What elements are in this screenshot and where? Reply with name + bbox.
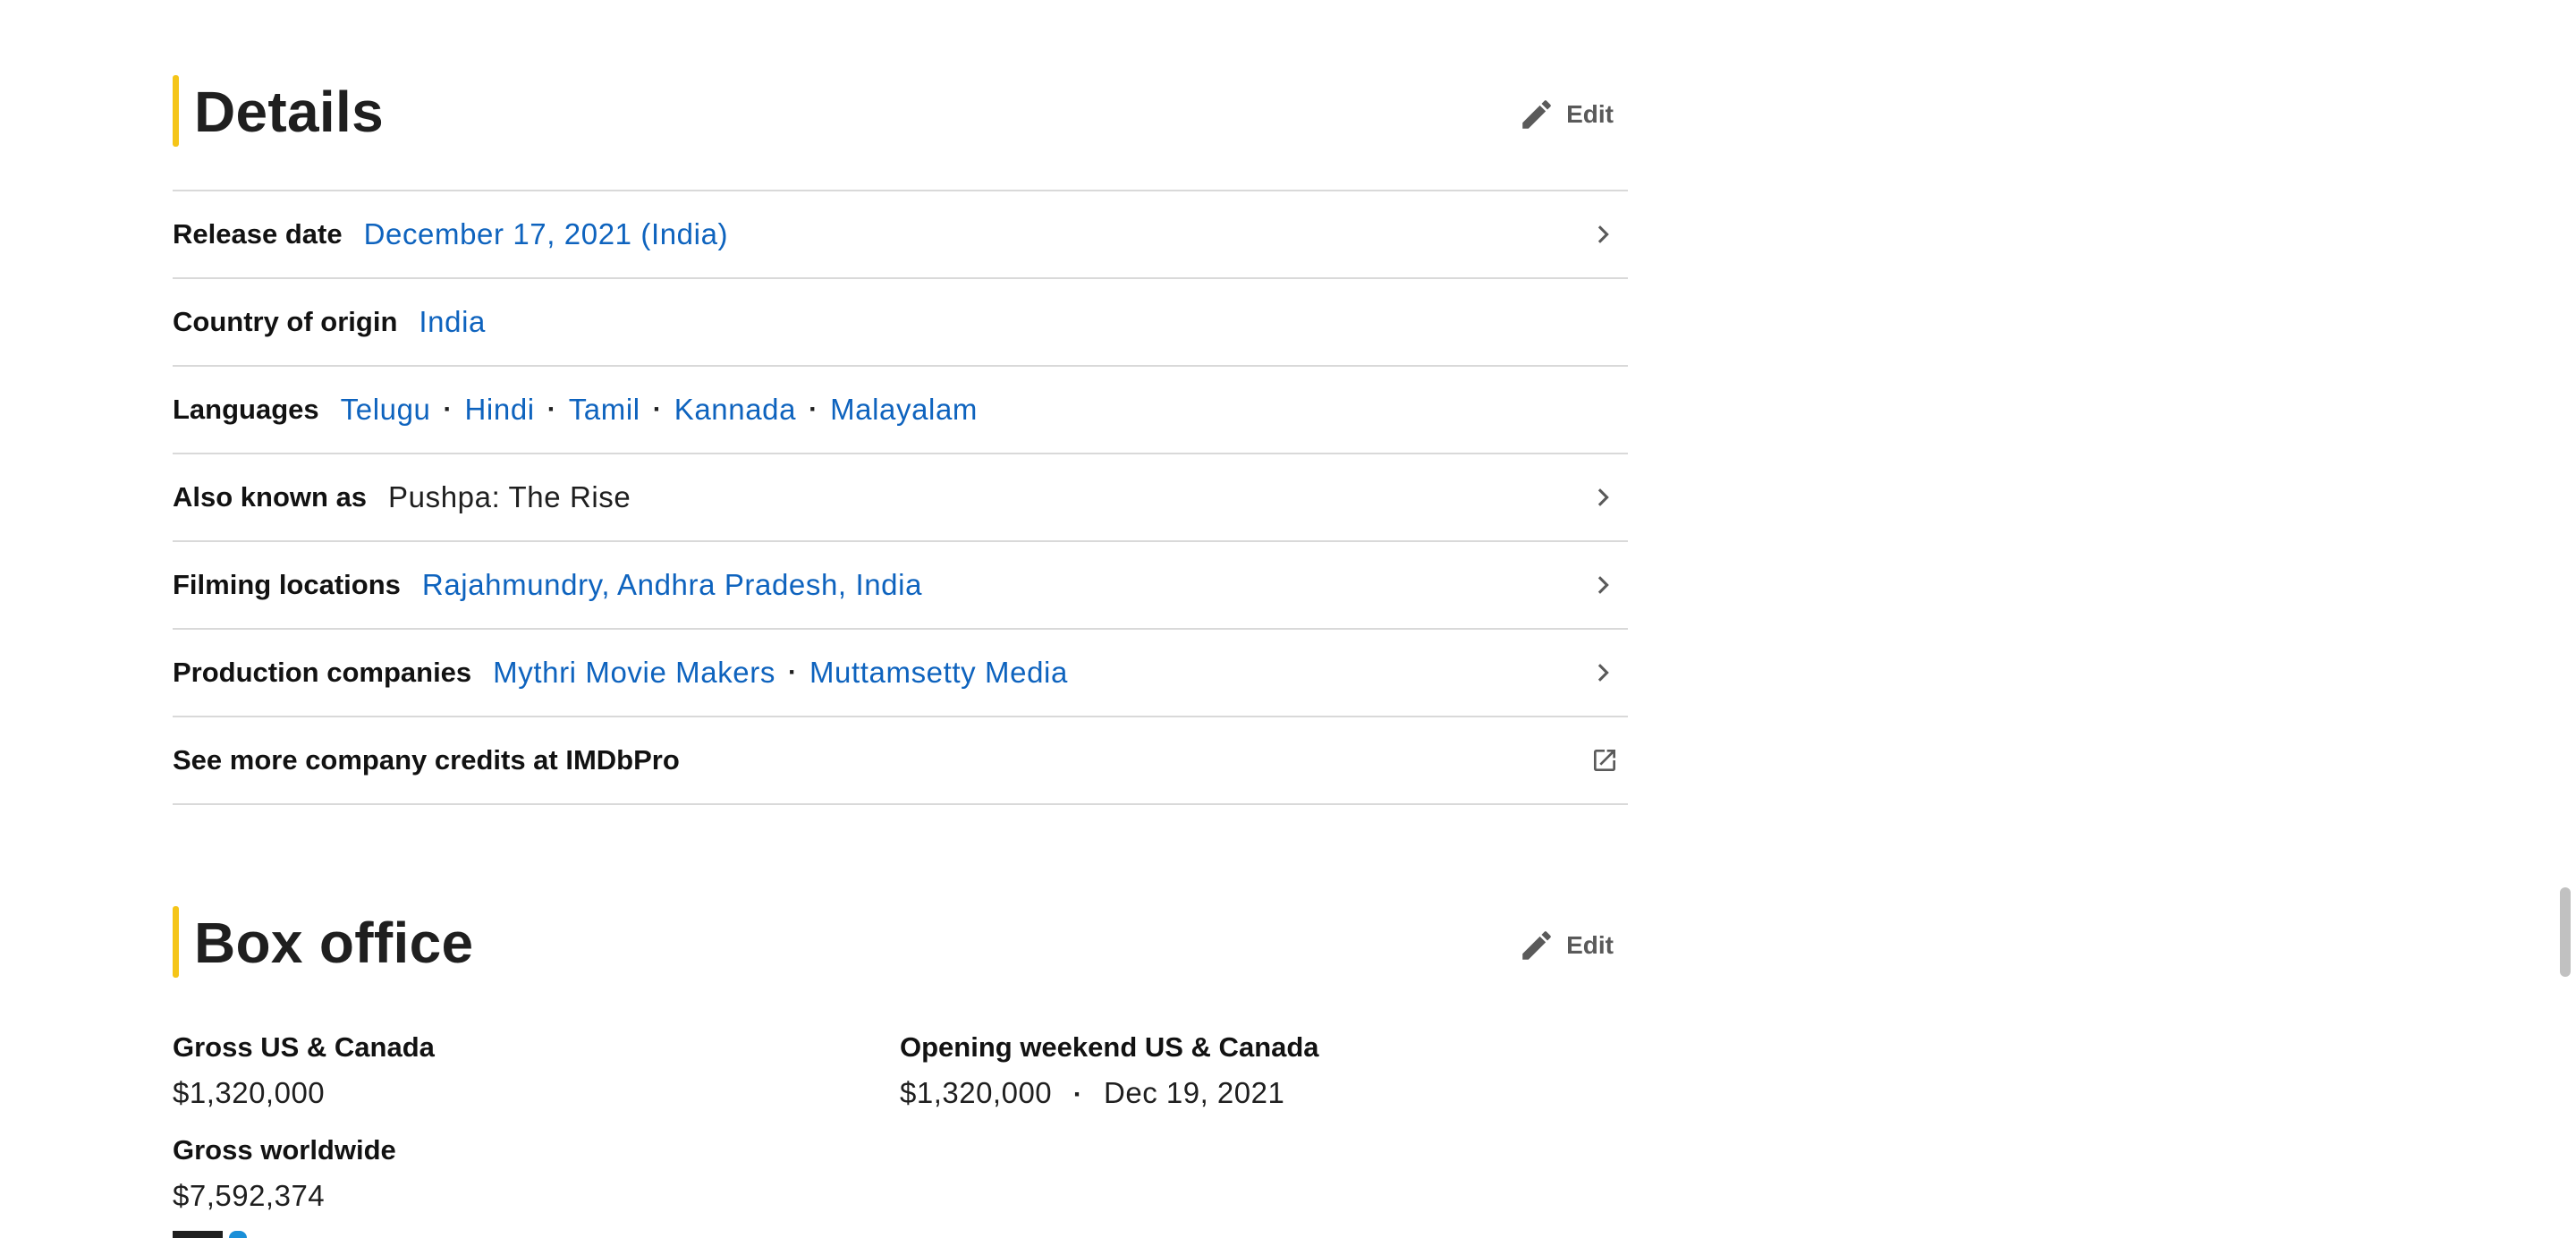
details-header: Details Edit bbox=[173, 75, 1628, 161]
gross-us-label: Gross US & Canada bbox=[173, 1031, 435, 1063]
aka-label: Also known as bbox=[173, 481, 368, 513]
separator-dot: · bbox=[443, 394, 453, 424]
separator-dot: · bbox=[809, 394, 818, 424]
details-title: Details bbox=[194, 80, 384, 144]
opening-weekend-date: Dec 19, 2021 bbox=[1104, 1076, 1285, 1109]
aka-values: Pushpa: The Rise bbox=[388, 480, 631, 514]
gross-us-canada: Gross US & Canada $1,320,000 bbox=[173, 1031, 435, 1110]
production-label: Production companies bbox=[173, 657, 472, 688]
chevron-right-icon[interactable] bbox=[1590, 485, 1615, 510]
chevron-right-icon[interactable] bbox=[1590, 572, 1615, 598]
edit-label: Edit bbox=[1566, 931, 1614, 959]
separator-dot: · bbox=[1072, 1080, 1083, 1109]
filming-values: Rajahmundry, Andhra Pradesh, India bbox=[422, 568, 922, 602]
imdbpro-logo-partial bbox=[173, 1231, 223, 1238]
languages-values: Telugu · Hindi · Tamil · Kannada · Malay… bbox=[341, 393, 978, 427]
opening-weekend-amount: $1,320,000 bbox=[900, 1076, 1053, 1109]
details-list: Release date December 17, 2021 (India) C… bbox=[173, 190, 1628, 805]
detail-row-country: Country of origin India bbox=[173, 279, 1628, 367]
gross-worldwide: Gross worldwide $7,592,374 bbox=[173, 1134, 396, 1213]
country-values: India bbox=[419, 305, 486, 339]
box-office-section: Box office Edit Gross US & Canada $1,320… bbox=[173, 906, 1628, 1212]
filming-label: Filming locations bbox=[173, 569, 401, 600]
language-link[interactable]: Tamil bbox=[569, 393, 640, 427]
gross-worldwide-value: $7,592,374 bbox=[173, 1179, 326, 1212]
pencil-icon bbox=[1518, 927, 1555, 964]
country-link[interactable]: India bbox=[419, 305, 486, 339]
production-company-link[interactable]: Muttamsetty Media bbox=[809, 656, 1068, 690]
opening-weekend-label: Opening weekend US & Canada bbox=[900, 1031, 1319, 1063]
details-section: Details Edit Release date December 17, 2… bbox=[173, 75, 1628, 805]
language-link[interactable]: Hindi bbox=[465, 393, 535, 427]
imdbpro-credits-link[interactable]: See more company credits at IMDbPro bbox=[173, 717, 1628, 805]
country-label: Country of origin bbox=[173, 306, 398, 337]
release-date-values: December 17, 2021 (India) bbox=[364, 217, 729, 251]
detail-row-aka[interactable]: Also known as Pushpa: The Rise bbox=[173, 454, 1628, 542]
separator-dot: · bbox=[547, 394, 556, 424]
production-values: Mythri Movie Makers · Muttamsetty Media bbox=[493, 656, 1068, 690]
box-office-edit-button[interactable]: Edit bbox=[1504, 924, 1628, 967]
pencil-icon bbox=[1518, 96, 1555, 133]
scrollbar-thumb[interactable] bbox=[2560, 887, 2571, 977]
filming-location-link[interactable]: Rajahmundry, Andhra Pradesh, India bbox=[422, 568, 922, 602]
release-date-label: Release date bbox=[173, 218, 343, 250]
section-accent-bar bbox=[173, 75, 179, 147]
page: Details Edit Release date December 17, 2… bbox=[0, 0, 2576, 1238]
external-link-icon[interactable] bbox=[1590, 746, 1619, 775]
box-office-title: Box office bbox=[194, 911, 474, 975]
aka-value: Pushpa: The Rise bbox=[388, 480, 631, 513]
imdbpro-logo-partial-dot bbox=[229, 1231, 247, 1238]
chevron-right-icon[interactable] bbox=[1590, 222, 1615, 247]
language-link[interactable]: Telugu bbox=[341, 393, 431, 427]
production-company-link[interactable]: Mythri Movie Makers bbox=[493, 656, 775, 690]
scrollbar[interactable] bbox=[2555, 0, 2576, 1238]
release-date-link[interactable]: December 17, 2021 (India) bbox=[364, 217, 729, 251]
opening-weekend: Opening weekend US & Canada $1,320,000 ·… bbox=[900, 1031, 1319, 1110]
language-link[interactable]: Kannada bbox=[674, 393, 796, 427]
section-accent-bar bbox=[173, 906, 179, 978]
separator-dot: · bbox=[652, 394, 662, 424]
gross-us-value: $1,320,000 bbox=[173, 1076, 326, 1109]
language-link[interactable]: Malayalam bbox=[830, 393, 978, 427]
detail-row-production-companies[interactable]: Production companies Mythri Movie Makers… bbox=[173, 630, 1628, 717]
detail-row-filming-locations[interactable]: Filming locations Rajahmundry, Andhra Pr… bbox=[173, 542, 1628, 630]
imdbpro-link-label: See more company credits at IMDbPro bbox=[173, 744, 680, 776]
edit-label: Edit bbox=[1566, 100, 1614, 128]
gross-worldwide-label: Gross worldwide bbox=[173, 1134, 396, 1166]
detail-row-languages: Languages Telugu · Hindi · Tamil · Kanna… bbox=[173, 367, 1628, 454]
separator-dot: · bbox=[787, 657, 797, 687]
opening-weekend-value: $1,320,000 · Dec 19, 2021 bbox=[900, 1076, 1319, 1110]
languages-label: Languages bbox=[173, 394, 319, 425]
chevron-right-icon[interactable] bbox=[1590, 660, 1615, 685]
box-office-header: Box office Edit bbox=[173, 906, 1628, 992]
details-edit-button[interactable]: Edit bbox=[1504, 93, 1628, 136]
detail-row-release-date[interactable]: Release date December 17, 2021 (India) bbox=[173, 191, 1628, 279]
